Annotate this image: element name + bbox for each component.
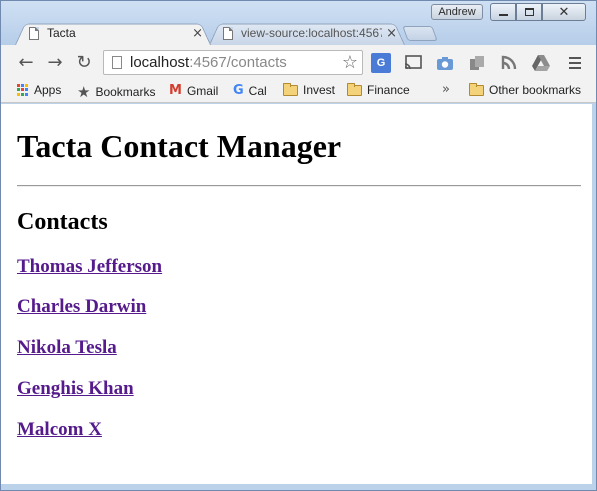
- bookmark-apps[interactable]: Apps: [17, 83, 61, 97]
- bookmark-cal[interactable]: G Cal: [233, 83, 267, 98]
- page-info-icon[interactable]: [112, 56, 122, 69]
- star-icon: ★: [77, 83, 91, 101]
- feed-icon[interactable]: [499, 53, 519, 73]
- tab-tacta[interactable]: Tacta ×: [15, 21, 211, 45]
- bookmark-bookmarks[interactable]: ★ Bookmarks: [77, 83, 155, 101]
- horizontal-rule: [17, 185, 581, 187]
- back-button[interactable]: ←: [15, 51, 37, 73]
- camera-icon[interactable]: [435, 53, 455, 73]
- folder-icon: [347, 82, 362, 96]
- bookmark-label: Bookmarks: [95, 85, 156, 99]
- contact-link-nikola-tesla[interactable]: Nikola Tesla: [17, 337, 117, 359]
- contact-link-charles-darwin[interactable]: Charles Darwin: [17, 296, 146, 318]
- google-g-icon: G: [233, 83, 244, 98]
- double-chevron-icon: »: [442, 82, 450, 97]
- cast-icon[interactable]: [403, 53, 423, 73]
- url-path: :4567/contacts: [189, 54, 287, 71]
- drive-icon-glyph: [532, 55, 550, 71]
- close-icon: ✕: [558, 4, 570, 20]
- contact-link-malcom-x[interactable]: Malcom X: [17, 419, 102, 441]
- other-bookmarks[interactable]: Other bookmarks: [469, 82, 582, 97]
- profile-button[interactable]: Andrew: [431, 4, 483, 20]
- bookmark-label: Other bookmarks: [489, 83, 582, 97]
- forward-button[interactable]: →: [44, 51, 66, 73]
- bookmark-finance[interactable]: Finance: [347, 82, 410, 97]
- extension-icon[interactable]: [467, 53, 487, 73]
- chrome-menu-button[interactable]: [565, 53, 585, 73]
- feed-icon-glyph: [501, 55, 517, 70]
- contact-link-genghis-khan[interactable]: Genghis Khan: [17, 378, 134, 400]
- bookmark-label: Gmail: [186, 83, 219, 98]
- close-window-button[interactable]: ✕: [542, 3, 586, 21]
- maximize-icon: [524, 8, 534, 16]
- google-drive-icon[interactable]: [531, 53, 551, 73]
- cast-icon-glyph: [404, 55, 422, 70]
- new-tab-button[interactable]: [402, 26, 438, 41]
- minimize-button[interactable]: [490, 3, 516, 21]
- tab-close-icon[interactable]: ×: [192, 26, 203, 41]
- tab-close-icon[interactable]: ×: [386, 26, 397, 41]
- gmail-icon: M: [169, 83, 182, 98]
- bookmarks-overflow-button[interactable]: »: [442, 82, 450, 97]
- contacts-heading: Contacts: [17, 209, 108, 235]
- browser-toolbar: ← → ↻ localhost:4567/contacts ☆ G: [1, 45, 596, 79]
- contact-link-thomas-jefferson[interactable]: Thomas Jefferson: [17, 256, 162, 278]
- folder-icon: [283, 82, 298, 96]
- page-icon: [223, 26, 233, 40]
- address-bar[interactable]: localhost:4567/contacts ☆: [103, 50, 363, 75]
- tab-title: Tacta: [47, 26, 76, 40]
- google-translate-icon[interactable]: G: [371, 53, 391, 73]
- url-host: localhost: [130, 54, 190, 71]
- menu-bar: [569, 66, 581, 69]
- folder-icon: [469, 82, 484, 96]
- menu-bar: [569, 57, 581, 60]
- reload-button[interactable]: ↻: [73, 51, 95, 73]
- bookmark-label: Invest: [303, 83, 336, 97]
- tab-view-source[interactable]: view-source:localhost:4567 ×: [209, 21, 405, 45]
- page-content: Tacta Contact Manager Contacts Thomas Je…: [1, 104, 592, 484]
- minimize-icon: [498, 13, 508, 16]
- extension-icon-glyph: [470, 56, 484, 70]
- bookmark-gmail[interactable]: M Gmail: [169, 83, 218, 98]
- menu-bar: [569, 61, 581, 64]
- bookmark-invest[interactable]: Invest: [283, 82, 336, 97]
- bookmark-star-icon[interactable]: ☆: [342, 52, 358, 73]
- camera-icon-glyph: [437, 56, 453, 70]
- bookmark-label: Finance: [367, 83, 410, 97]
- page-icon: [29, 26, 39, 40]
- browser-window: Andrew ✕ Tacta × view-source:localhost:4…: [0, 0, 597, 491]
- bookmark-label: Apps: [34, 83, 62, 97]
- bookmarks-bar: Apps ★ Bookmarks M Gmail G Cal Invest Fi…: [1, 79, 596, 103]
- maximize-button[interactable]: [516, 3, 542, 21]
- bookmark-label: Cal: [248, 83, 267, 98]
- page-title: Tacta Contact Manager: [17, 128, 342, 164]
- tab-title: view-source:localhost:4567: [241, 26, 383, 40]
- apps-grid-icon: [17, 84, 29, 96]
